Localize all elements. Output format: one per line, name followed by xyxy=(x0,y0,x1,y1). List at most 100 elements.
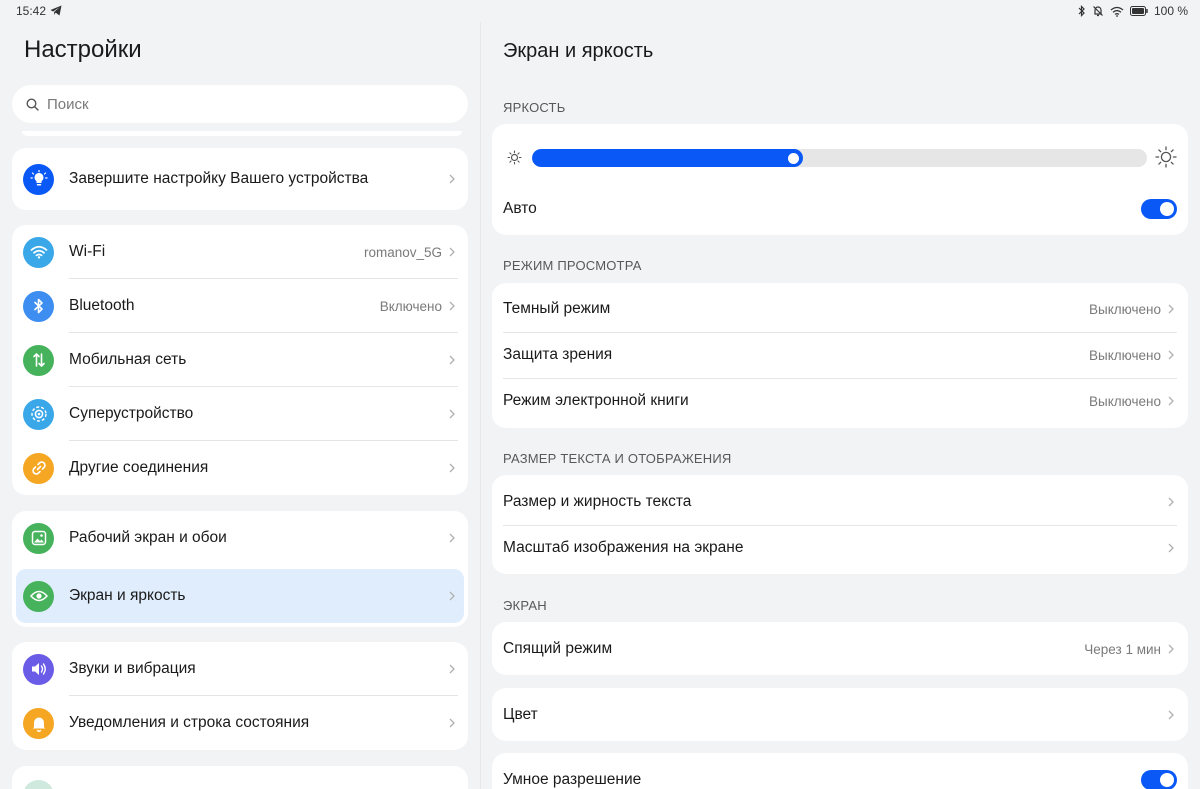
sidebar-item-mobile-network[interactable]: Мобильная сеть xyxy=(12,333,468,387)
chevron-right-icon xyxy=(1168,644,1174,654)
chevron-right-icon xyxy=(449,301,455,311)
text-size-card: Размер и жирность текста Масштаб изображ… xyxy=(492,475,1188,574)
auto-brightness-toggle[interactable] xyxy=(1141,199,1177,219)
sidebar-item-notifications[interactable]: Уведомления и строка состояния xyxy=(12,696,468,750)
display-scale-label: Масштаб изображения на экране xyxy=(503,539,744,556)
search-icon xyxy=(26,97,39,111)
sidebar-item-label: Мобильная сеть xyxy=(69,351,187,368)
sidebar-item-label: Wi-Fi xyxy=(69,243,106,260)
sleep-label: Спящий режим xyxy=(503,640,613,657)
dark-mode-label: Темный режим xyxy=(503,300,611,317)
text-size-weight-label: Размер и жирность текста xyxy=(503,493,692,510)
display-scale-row[interactable]: Масштаб изображения на экране xyxy=(492,525,1188,571)
chevron-right-icon xyxy=(1168,396,1174,406)
sidebar-item-other-connections[interactable]: Другие соединения xyxy=(12,441,468,495)
chevron-right-icon xyxy=(449,718,455,728)
bluetooth-icon xyxy=(23,290,54,322)
telegram-icon xyxy=(50,5,62,16)
sidebar-item-home-screen[interactable]: Рабочий экран и обои xyxy=(12,511,468,565)
chevron-right-icon xyxy=(449,664,455,674)
bluetooth-status-value: Включено xyxy=(379,298,442,314)
eye-comfort-row[interactable]: Защита зрения Выключено xyxy=(492,332,1188,378)
chevron-right-icon xyxy=(449,533,455,543)
sidebar-item-label: Звуки и вибрация xyxy=(69,660,196,677)
connectivity-card: Wi-Fi romanov_5G Bluetooth Включено Моби… xyxy=(12,225,468,495)
sidebar-item-label: Другие соединения xyxy=(69,459,209,476)
chevron-right-icon xyxy=(1168,497,1174,507)
finish-setup-item[interactable]: Завершите настройку Вашего устройства xyxy=(12,148,468,210)
brightness-slider[interactable] xyxy=(532,149,1147,167)
sidebar-item-label: Рабочий экран и обои xyxy=(69,529,227,546)
battery-percent: 100 % xyxy=(1153,4,1188,18)
smart-resolution-label: Умное разрешение xyxy=(503,771,642,788)
lightbulb-icon xyxy=(23,163,54,195)
wallpaper-icon xyxy=(23,522,54,554)
pane-divider xyxy=(480,22,481,789)
link-icon xyxy=(23,452,54,484)
sidebar-item-sounds[interactable]: Звуки и вибрация xyxy=(12,642,468,696)
next-card-partial xyxy=(12,766,468,789)
chevron-right-icon xyxy=(449,355,455,365)
chevron-right-icon xyxy=(1168,710,1174,720)
sidebar-item-label: Bluetooth xyxy=(69,297,135,314)
eye-comfort-value: Выключено xyxy=(1089,347,1161,363)
sidebar-item-wifi[interactable]: Wi-Fi romanov_5G xyxy=(12,225,468,279)
chevron-right-icon xyxy=(449,463,455,473)
chevron-right-icon xyxy=(449,591,455,601)
mute-status-icon xyxy=(1093,6,1103,17)
ebook-mode-row[interactable]: Режим электронной книги Выключено xyxy=(492,378,1188,424)
ebook-mode-value: Выключено xyxy=(1089,393,1161,409)
brightness-slider-thumb[interactable] xyxy=(788,153,799,164)
screen-header: ЭКРАН xyxy=(503,598,547,613)
brightness-header: ЯРКОСТЬ xyxy=(503,100,566,115)
color-row[interactable]: Цвет xyxy=(492,692,1188,738)
sound-notifications-card: Звуки и вибрация Уведомления и строка со… xyxy=(12,642,468,750)
smart-resolution-row: Умное разрешение xyxy=(492,757,1188,789)
sun-high-icon xyxy=(1155,146,1177,168)
scrolled-card-edge xyxy=(22,131,462,136)
status-time: 15:42 xyxy=(16,4,47,18)
finish-setup-label: Завершите настройку Вашего устройства xyxy=(69,170,369,187)
brightness-slider-fill xyxy=(532,149,803,167)
search-input[interactable] xyxy=(47,95,427,113)
sidebar-item-bluetooth[interactable]: Bluetooth Включено xyxy=(12,279,468,333)
smart-resolution-card: Умное разрешение xyxy=(492,753,1188,789)
wifi-icon xyxy=(23,236,54,268)
status-bar: 15:42 100 % xyxy=(0,0,1200,22)
chevron-right-icon xyxy=(449,247,455,257)
sleep-row[interactable]: Спящий режим Через 1 мин xyxy=(492,626,1188,672)
chevron-right-icon xyxy=(449,174,455,184)
chevron-right-icon xyxy=(1168,350,1174,360)
display-card: Рабочий экран и обои Экран и яркость xyxy=(12,511,468,627)
setup-card: Завершите настройку Вашего устройства xyxy=(12,148,468,210)
sidebar-item-label: Экран и яркость xyxy=(69,587,186,604)
sun-low-icon xyxy=(507,150,522,165)
search-bar[interactable] xyxy=(12,85,468,123)
text-size-weight-row[interactable]: Размер и жирность текста xyxy=(492,479,1188,525)
super-device-icon xyxy=(23,398,54,430)
bluetooth-status-icon xyxy=(1078,5,1085,17)
sleep-card: Спящий режим Через 1 мин xyxy=(492,622,1188,675)
battery-icon xyxy=(1129,6,1148,16)
sidebar-item-display-brightness[interactable]: Экран и яркость xyxy=(16,569,464,623)
sidebar-item-label: Суперустройство xyxy=(69,405,194,422)
text-size-header: РАЗМЕР ТЕКСТА И ОТОБРАЖЕНИЯ xyxy=(503,451,732,466)
status-indicators: 100 % xyxy=(1078,4,1188,18)
sidebar-item-super-device[interactable]: Суперустройство xyxy=(12,387,468,441)
partial-icon xyxy=(23,780,54,789)
ebook-mode-label: Режим электронной книги xyxy=(503,392,689,409)
color-label: Цвет xyxy=(503,706,538,723)
dark-mode-row[interactable]: Темный режим Выключено xyxy=(492,286,1188,332)
auto-brightness-label: Авто xyxy=(503,200,537,217)
dark-mode-value: Выключено xyxy=(1089,301,1161,317)
view-mode-card: Темный режим Выключено Защита зрения Вык… xyxy=(492,283,1188,428)
mobile-data-icon xyxy=(23,344,54,376)
chevron-right-icon xyxy=(1168,304,1174,314)
chevron-right-icon xyxy=(449,409,455,419)
smart-resolution-toggle[interactable] xyxy=(1141,770,1177,789)
auto-brightness-row: Авто xyxy=(492,186,1188,232)
view-mode-header: РЕЖИМ ПРОСМОТРА xyxy=(503,258,642,273)
detail-title: Экран и яркость xyxy=(503,40,654,62)
chevron-right-icon xyxy=(1168,543,1174,553)
eye-comfort-label: Защита зрения xyxy=(503,346,613,363)
